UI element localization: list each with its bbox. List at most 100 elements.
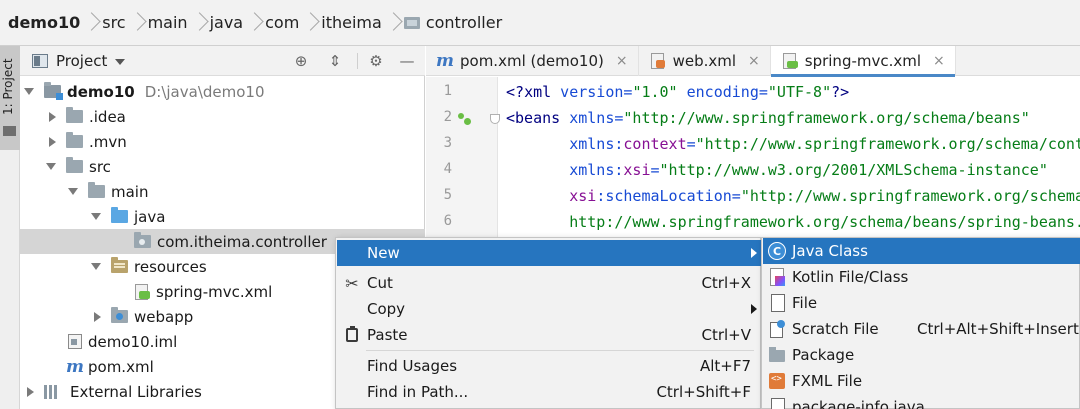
line-number: 6 bbox=[443, 213, 452, 229]
tree-item-label: resources bbox=[134, 257, 207, 276]
collapse-arrow-icon[interactable] bbox=[44, 136, 58, 147]
tree-item-label: spring-mvc.xml bbox=[156, 282, 273, 301]
menu-separator bbox=[366, 350, 754, 351]
folder-icon bbox=[3, 126, 16, 136]
menu-item-label: Paste bbox=[367, 326, 408, 344]
collapse-arrow-icon[interactable] bbox=[44, 111, 58, 122]
tree-item-label: src bbox=[89, 157, 111, 176]
project-tool-window-label: 1: Project bbox=[1, 58, 15, 116]
menu-shortcut: Alt+F7 bbox=[699, 357, 751, 375]
tree-item-java[interactable]: java bbox=[20, 204, 425, 229]
new-submenu: C Java Class Kotlin File/Class File Scra… bbox=[761, 237, 1080, 409]
tree-item-label: demo10 bbox=[67, 82, 135, 101]
breadcrumb-item-main[interactable]: main bbox=[148, 0, 188, 45]
menu-item-new[interactable]: New bbox=[337, 240, 761, 266]
tree-item-demo10[interactable]: demo10 D:\java\demo10 bbox=[20, 79, 425, 104]
menu-item-cut[interactable]: ✂ Cut Ctrl+X bbox=[337, 270, 761, 296]
breadcrumb-item-src[interactable]: src bbox=[102, 0, 125, 45]
menu-shortcut: Ctrl+Shift+F bbox=[656, 383, 751, 401]
submenu-arrow-icon bbox=[751, 304, 757, 314]
library-icon bbox=[44, 384, 62, 399]
submenu-item-package-info[interactable]: package-info.java bbox=[763, 394, 1080, 409]
tree-item-src[interactable]: src bbox=[20, 154, 425, 179]
close-icon[interactable]: × bbox=[748, 53, 760, 69]
breadcrumb-separator-icon bbox=[82, 0, 100, 46]
line-number: 4 bbox=[443, 161, 452, 177]
close-icon[interactable]: × bbox=[616, 53, 628, 69]
submenu-item-label: FXML File bbox=[792, 372, 863, 390]
tab-web-xml[interactable]: web.xml × bbox=[639, 46, 771, 76]
breadcrumb-item-itheima[interactable]: itheima bbox=[321, 0, 382, 45]
expand-arrow-icon[interactable] bbox=[89, 263, 103, 270]
breadcrumb-item-java[interactable]: java bbox=[210, 0, 244, 45]
breadcrumb-item-controller[interactable]: controller bbox=[403, 0, 503, 45]
submenu-item-label: Scratch File bbox=[792, 320, 879, 338]
submenu-item-fxml-file[interactable]: FXML File bbox=[763, 368, 1080, 394]
header-divider bbox=[357, 53, 358, 69]
project-tool-window-button[interactable]: 1: Project bbox=[0, 46, 20, 150]
submenu-arrow-icon bbox=[751, 248, 757, 258]
close-icon[interactable]: × bbox=[933, 53, 945, 69]
submenu-item-label: Package bbox=[792, 346, 855, 364]
submenu-item-scratch-file[interactable]: Scratch File Ctrl+Alt+Shift+Insert bbox=[763, 316, 1080, 342]
tree-item-main[interactable]: main bbox=[20, 179, 425, 204]
expand-arrow-icon[interactable] bbox=[44, 163, 58, 170]
gear-icon[interactable]: ⚙ bbox=[367, 52, 385, 70]
fold-icon[interactable] bbox=[490, 114, 500, 124]
breadcrumb-separator-icon bbox=[128, 0, 146, 46]
expand-arrow-icon[interactable] bbox=[66, 188, 80, 195]
minimize-icon[interactable]: — bbox=[398, 52, 416, 70]
web-xml-file-icon bbox=[649, 53, 667, 69]
menu-item-paste[interactable]: Paste Ctrl+V bbox=[337, 322, 761, 348]
menu-shortcut: Ctrl+X bbox=[701, 274, 751, 292]
submenu-item-package[interactable]: Package bbox=[763, 342, 1080, 368]
tab-label: pom.xml (demo10) bbox=[460, 52, 604, 70]
submenu-item-kotlin-file[interactable]: Kotlin File/Class bbox=[763, 264, 1080, 290]
spring-bean-icon[interactable] bbox=[458, 113, 472, 125]
submenu-item-file[interactable]: File bbox=[763, 290, 1080, 316]
line-number: 2 bbox=[443, 109, 452, 125]
clipboard-icon bbox=[337, 326, 367, 342]
scratch-file-icon bbox=[768, 320, 786, 338]
resources-folder-icon bbox=[111, 257, 128, 273]
tree-item-label: com.itheima.controller bbox=[157, 232, 327, 251]
tab-spring-mvc-xml[interactable]: spring-mvc.xml × bbox=[770, 46, 956, 77]
breadcrumb-label: controller bbox=[425, 13, 503, 32]
tree-item-idea[interactable]: .idea bbox=[20, 104, 425, 129]
submenu-item-label: package-info.java bbox=[792, 398, 925, 409]
breadcrumb-item-com[interactable]: com bbox=[265, 0, 299, 45]
breadcrumb-item-demo10[interactable]: demo10 bbox=[8, 0, 80, 45]
tree-item-label: .idea bbox=[89, 107, 126, 126]
tab-pom-xml[interactable]: m pom.xml (demo10) × bbox=[426, 46, 639, 76]
chevron-down-icon[interactable] bbox=[115, 58, 126, 65]
expand-arrow-icon[interactable] bbox=[89, 213, 103, 220]
breadcrumb-label: java bbox=[209, 13, 244, 32]
code-line-5: xsi:schemaLocation="http://www.springfra… bbox=[569, 187, 1080, 205]
tree-item-mvn[interactable]: .mvn bbox=[20, 129, 425, 154]
breadcrumb-label: demo10 bbox=[8, 13, 81, 32]
java-file-icon bbox=[768, 398, 786, 409]
tree-item-label: webapp bbox=[134, 307, 194, 326]
tab-label: spring-mvc.xml bbox=[804, 52, 922, 70]
crosshair-icon[interactable]: ⊕ bbox=[292, 52, 310, 70]
line-number: 3 bbox=[443, 135, 452, 151]
expand-arrow-icon[interactable] bbox=[22, 88, 36, 95]
menu-item-find-in-path[interactable]: Find in Path... Ctrl+Shift+F bbox=[337, 379, 761, 405]
menu-item-copy[interactable]: Copy bbox=[337, 296, 761, 322]
submenu-item-java-class[interactable]: C Java Class bbox=[763, 238, 1080, 264]
code-line-2: <beans xmlns="http://www.springframework… bbox=[506, 109, 1030, 127]
scissors-icon: ✂ bbox=[345, 273, 359, 293]
project-view-selector[interactable]: Project bbox=[56, 52, 107, 70]
code-line-6: http://www.springframework.org/schema/be… bbox=[569, 213, 1080, 231]
collapse-arrow-icon[interactable] bbox=[89, 311, 103, 322]
submenu-item-label: Kotlin File/Class bbox=[792, 268, 909, 286]
submenu-item-label: File bbox=[792, 294, 818, 312]
tree-item-label: demo10.iml bbox=[88, 332, 178, 351]
line-number: 5 bbox=[443, 187, 452, 203]
breadcrumb-label: main bbox=[147, 13, 188, 32]
collapse-all-icon[interactable]: ⇕ bbox=[326, 52, 344, 70]
navigation-bar: demo10 src main java com itheima control… bbox=[0, 0, 1080, 46]
menu-item-find-usages[interactable]: Find Usages Alt+F7 bbox=[337, 353, 761, 379]
kotlin-file-icon bbox=[768, 268, 786, 286]
collapse-arrow-icon[interactable] bbox=[22, 386, 36, 397]
